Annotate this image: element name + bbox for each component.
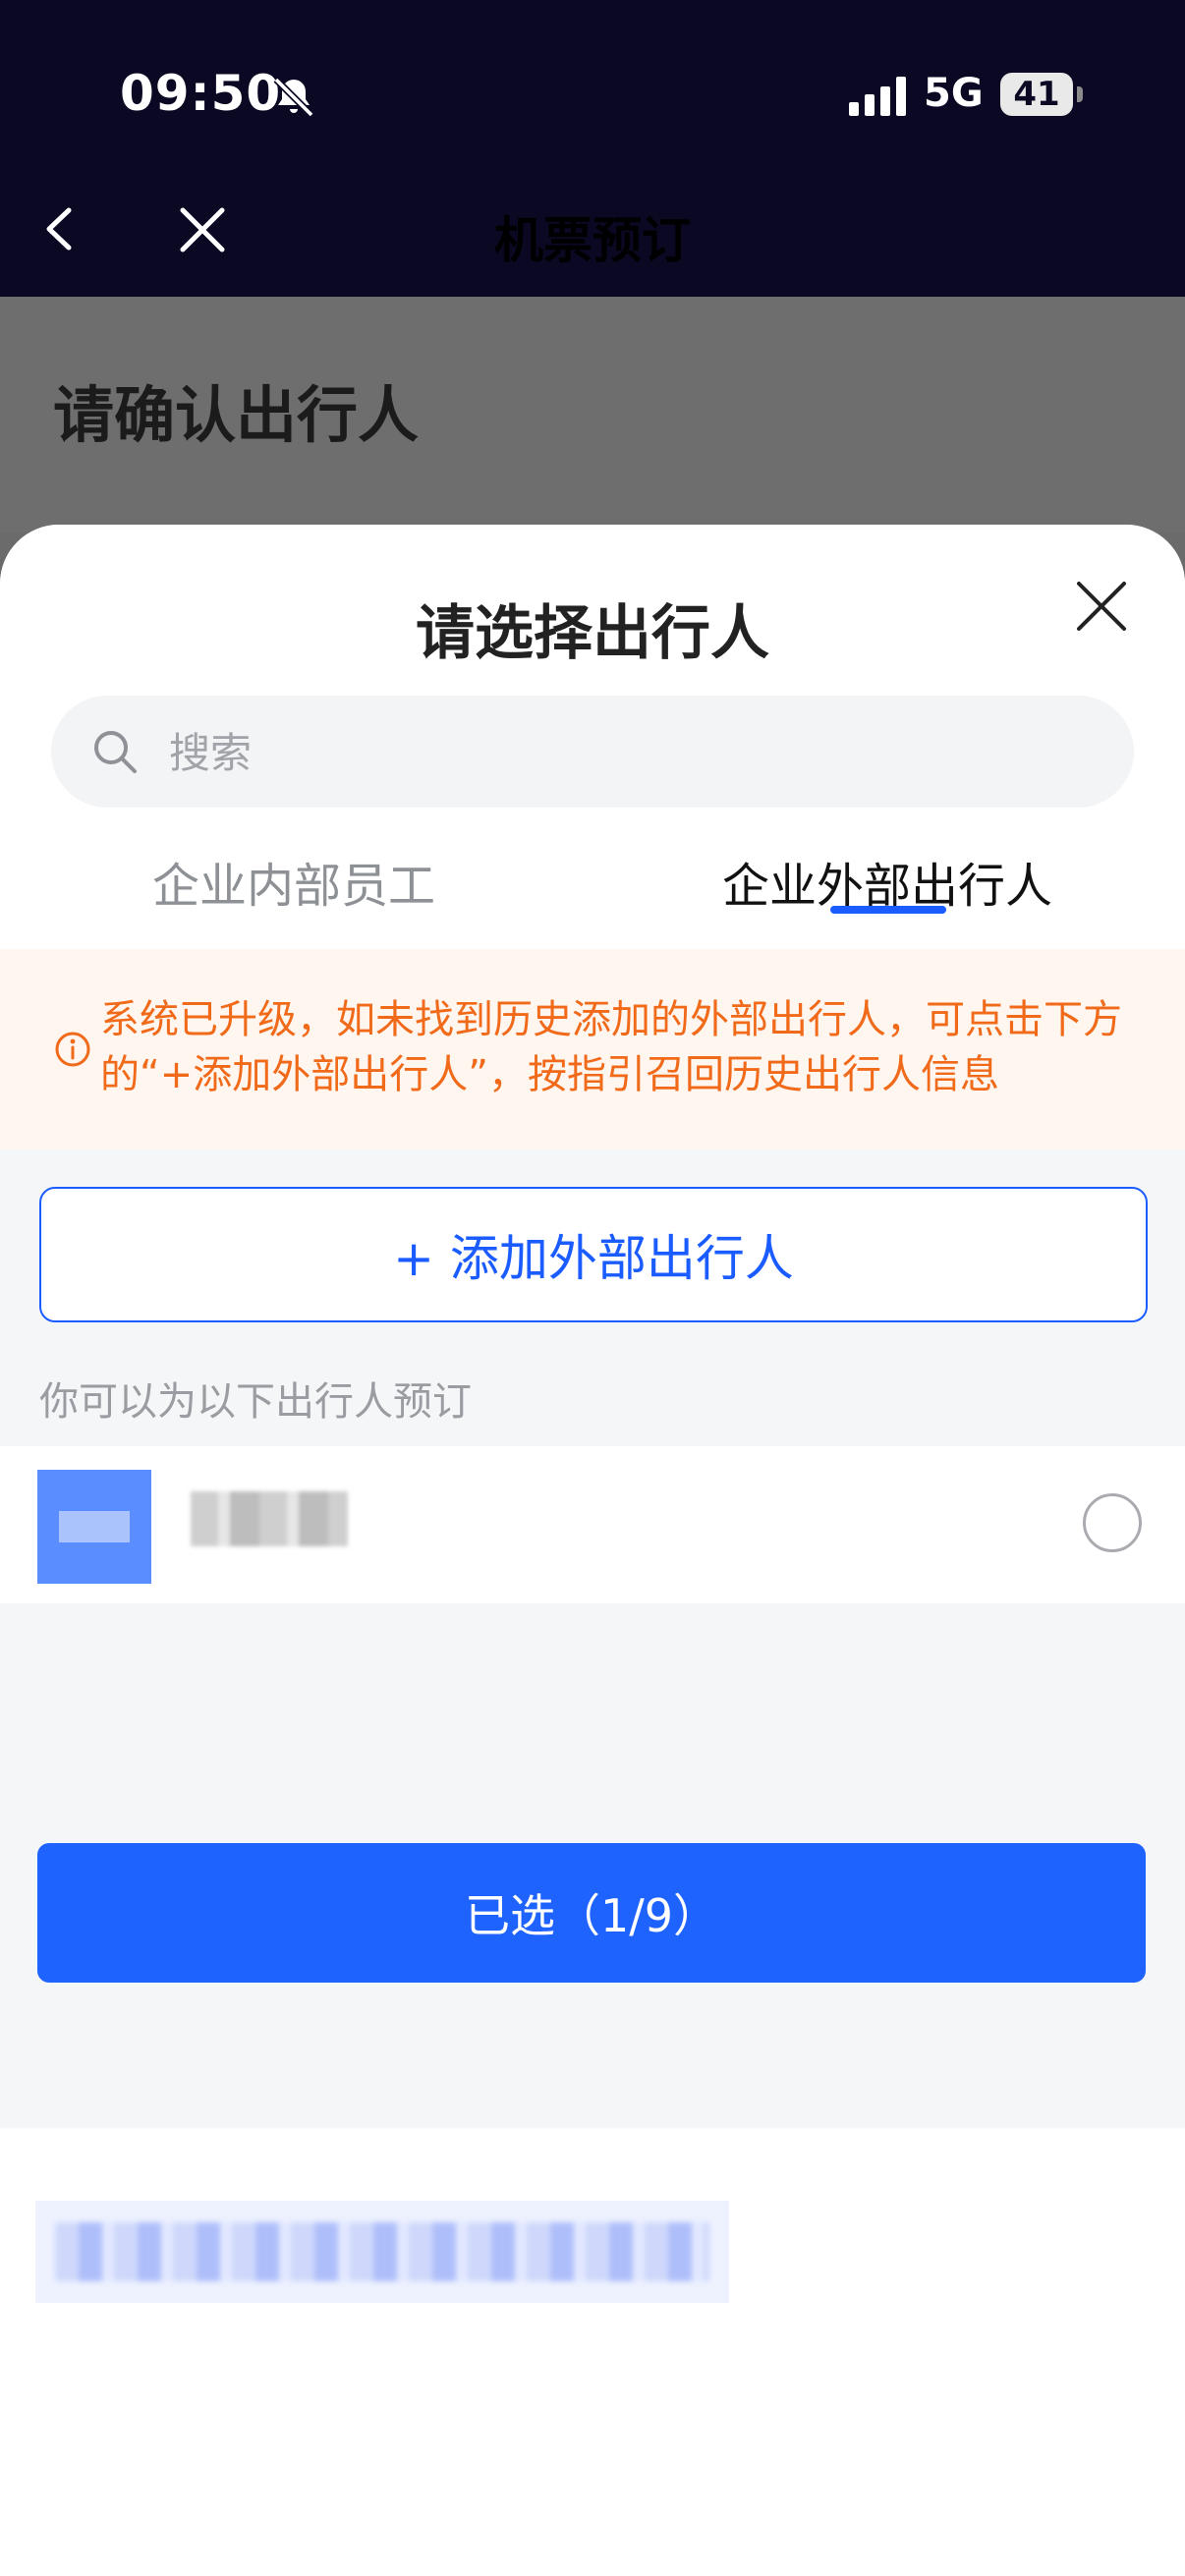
network-label: 5G bbox=[924, 71, 984, 116]
status-time: 09:50 bbox=[120, 65, 282, 122]
selected-traveler-chip[interactable] bbox=[35, 2201, 729, 2303]
search-bar[interactable] bbox=[51, 696, 1134, 810]
traveler-picker-sheet: 请选择出行人 企业内部员工 企业外部出行人 系统已升级，如未找到历史添加的外部出… bbox=[0, 525, 1185, 2576]
search-icon bbox=[94, 731, 137, 773]
traveler-select-radio[interactable] bbox=[1083, 1493, 1142, 1552]
notice-text: 系统已升级，如未找到历史添加的外部出行人，可点击下方的“+添加外部出行人”，按指… bbox=[100, 997, 1122, 1097]
battery-indicator: 41 bbox=[1000, 73, 1073, 116]
battery-cap bbox=[1077, 86, 1083, 102]
active-tab-indicator bbox=[830, 906, 946, 914]
page-title: 请确认出行人 bbox=[53, 379, 420, 451]
add-external-traveler-button[interactable]: + 添加外部出行人 bbox=[39, 1187, 1148, 1322]
bell-slash-icon bbox=[273, 77, 314, 118]
status-bar: 09:50 5G 41 bbox=[0, 0, 1185, 196]
sheet-header: 请选择出行人 企业内部员工 企业外部出行人 bbox=[0, 525, 1185, 949]
nav-title: 机票预订 bbox=[494, 212, 691, 269]
close-icon[interactable] bbox=[1073, 578, 1130, 635]
info-icon bbox=[55, 1032, 90, 1067]
confirm-selection-button[interactable]: 已选（1/9） bbox=[37, 1843, 1146, 1983]
traveler-name bbox=[191, 1491, 348, 1546]
sheet-footer bbox=[0, 2128, 1185, 2576]
traveler-list-hint: 你可以为以下出行人预订 bbox=[39, 1379, 472, 1425]
traveler-row[interactable] bbox=[0, 1446, 1185, 1603]
upgrade-notice: 系统已升级，如未找到历史添加的外部出行人，可点击下方的“+添加外部出行人”，按指… bbox=[0, 949, 1185, 1149]
avatar bbox=[37, 1470, 151, 1584]
search-input[interactable] bbox=[167, 696, 1055, 810]
sheet-title: 请选择出行人 bbox=[416, 599, 769, 668]
tab-internal-employees[interactable]: 企业内部员工 bbox=[152, 847, 435, 916]
signal-icon bbox=[849, 77, 906, 116]
